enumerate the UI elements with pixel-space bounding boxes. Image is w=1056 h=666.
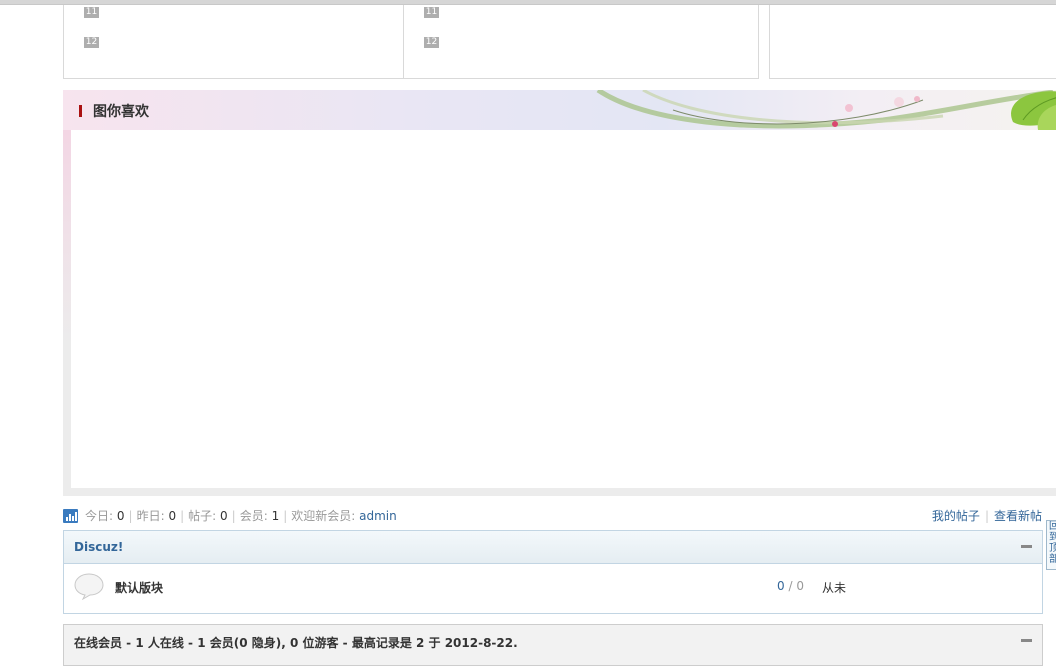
my-posts-link[interactable]: 我的帖子 — [932, 509, 980, 523]
forum-name-link[interactable]: 默认版块 — [115, 579, 163, 596]
forum-counts: 0 / 0 — [777, 579, 804, 593]
last-post: 从未 — [822, 581, 847, 595]
yesterday-value: 0 — [168, 509, 177, 523]
collapse-icon[interactable] — [1021, 639, 1032, 642]
yesterday-label: 昨日: — [136, 509, 165, 523]
posts-label: 帖子: — [188, 509, 217, 523]
rank-badge: 11 — [84, 7, 99, 18]
ranking-box-right — [769, 5, 1056, 79]
members-label: 会员: — [239, 509, 268, 523]
members-value: 1 — [271, 509, 280, 523]
likes-section: 图你喜欢 — [63, 90, 1056, 496]
ranking-box-left: 11 12 — [63, 5, 405, 79]
forum-group: Discuz! 默认版块 0 / 0 从未 — [63, 530, 1043, 614]
likes-title: 图你喜欢 — [93, 104, 149, 120]
quick-links: 我的帖子 | 查看新帖 — [931, 509, 1042, 523]
ranking-box-middle: 11 12 — [403, 5, 759, 79]
title-accent-bar — [79, 105, 82, 117]
post-count: 0 — [796, 579, 804, 593]
online-members-bar: 在线会员 - 1 人在线 - 1 会员(0 隐身), 0 位游客 - 最高记录是… — [63, 624, 1043, 666]
forum-bubble-icon — [74, 573, 104, 600]
rank-badge: 12 — [84, 37, 99, 48]
back-to-top-button[interactable]: 回到顶部 — [1046, 520, 1056, 570]
today-value: 0 — [116, 509, 125, 523]
likes-content-area — [71, 130, 1056, 488]
new-member-link[interactable]: admin — [359, 509, 397, 523]
likes-header: 图你喜欢 — [63, 90, 1056, 130]
new-posts-link[interactable]: 查看新帖 — [994, 509, 1042, 523]
forum-group-title[interactable]: Discuz! — [74, 540, 123, 554]
today-label: 今日: — [85, 509, 114, 523]
welcome-label: 欢迎新会员: — [291, 509, 356, 523]
rank-badge: 12 — [424, 37, 439, 48]
online-members-text: 在线会员 - 1 人在线 - 1 会员(0 隐身), 0 位游客 - 最高记录是… — [74, 636, 518, 650]
stats-chart-icon — [63, 509, 78, 523]
forum-group-header: Discuz! — [64, 531, 1042, 564]
leaf-decoration-icon — [596, 90, 1056, 130]
posts-value: 0 — [220, 509, 228, 523]
collapse-icon[interactable] — [1021, 545, 1032, 548]
rank-badge: 11 — [424, 7, 439, 18]
likes-side-gradient — [63, 130, 71, 490]
thread-count: 0 — [777, 579, 785, 593]
